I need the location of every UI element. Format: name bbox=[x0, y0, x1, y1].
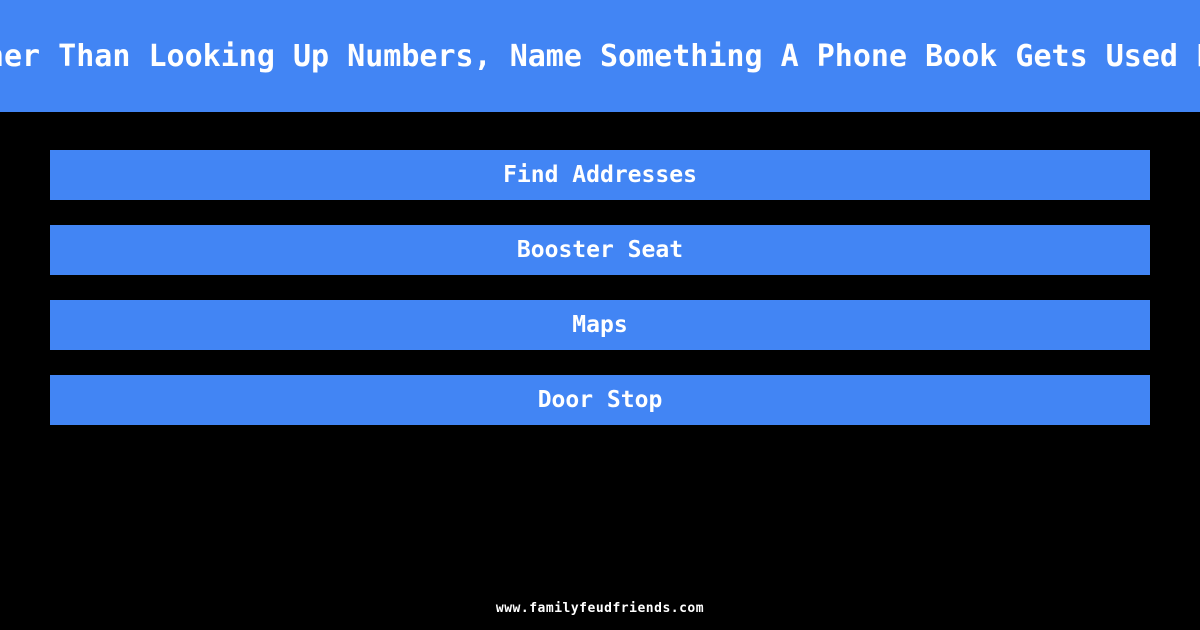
site-url-link[interactable]: www.familyfeudfriends.com bbox=[496, 601, 704, 616]
question-header: Other Than Looking Up Numbers, Name Some… bbox=[0, 0, 1200, 112]
page-root: Other Than Looking Up Numbers, Name Some… bbox=[0, 0, 1200, 630]
answers-list: Find Addresses Booster Seat Maps Door St… bbox=[0, 112, 1200, 425]
answer-label: Find Addresses bbox=[503, 161, 697, 188]
answer-label: Maps bbox=[572, 311, 628, 338]
answer-label: Booster Seat bbox=[516, 236, 684, 263]
answer-label: Door Stop bbox=[537, 386, 663, 413]
answer-row[interactable]: Find Addresses bbox=[50, 150, 1150, 200]
answer-row[interactable]: Door Stop bbox=[50, 375, 1150, 425]
footer: www.familyfeudfriends.com bbox=[0, 597, 1200, 616]
answer-row[interactable]: Maps bbox=[50, 300, 1150, 350]
answer-row[interactable]: Booster Seat bbox=[50, 225, 1150, 275]
question-title: Other Than Looking Up Numbers, Name Some… bbox=[0, 38, 1200, 74]
